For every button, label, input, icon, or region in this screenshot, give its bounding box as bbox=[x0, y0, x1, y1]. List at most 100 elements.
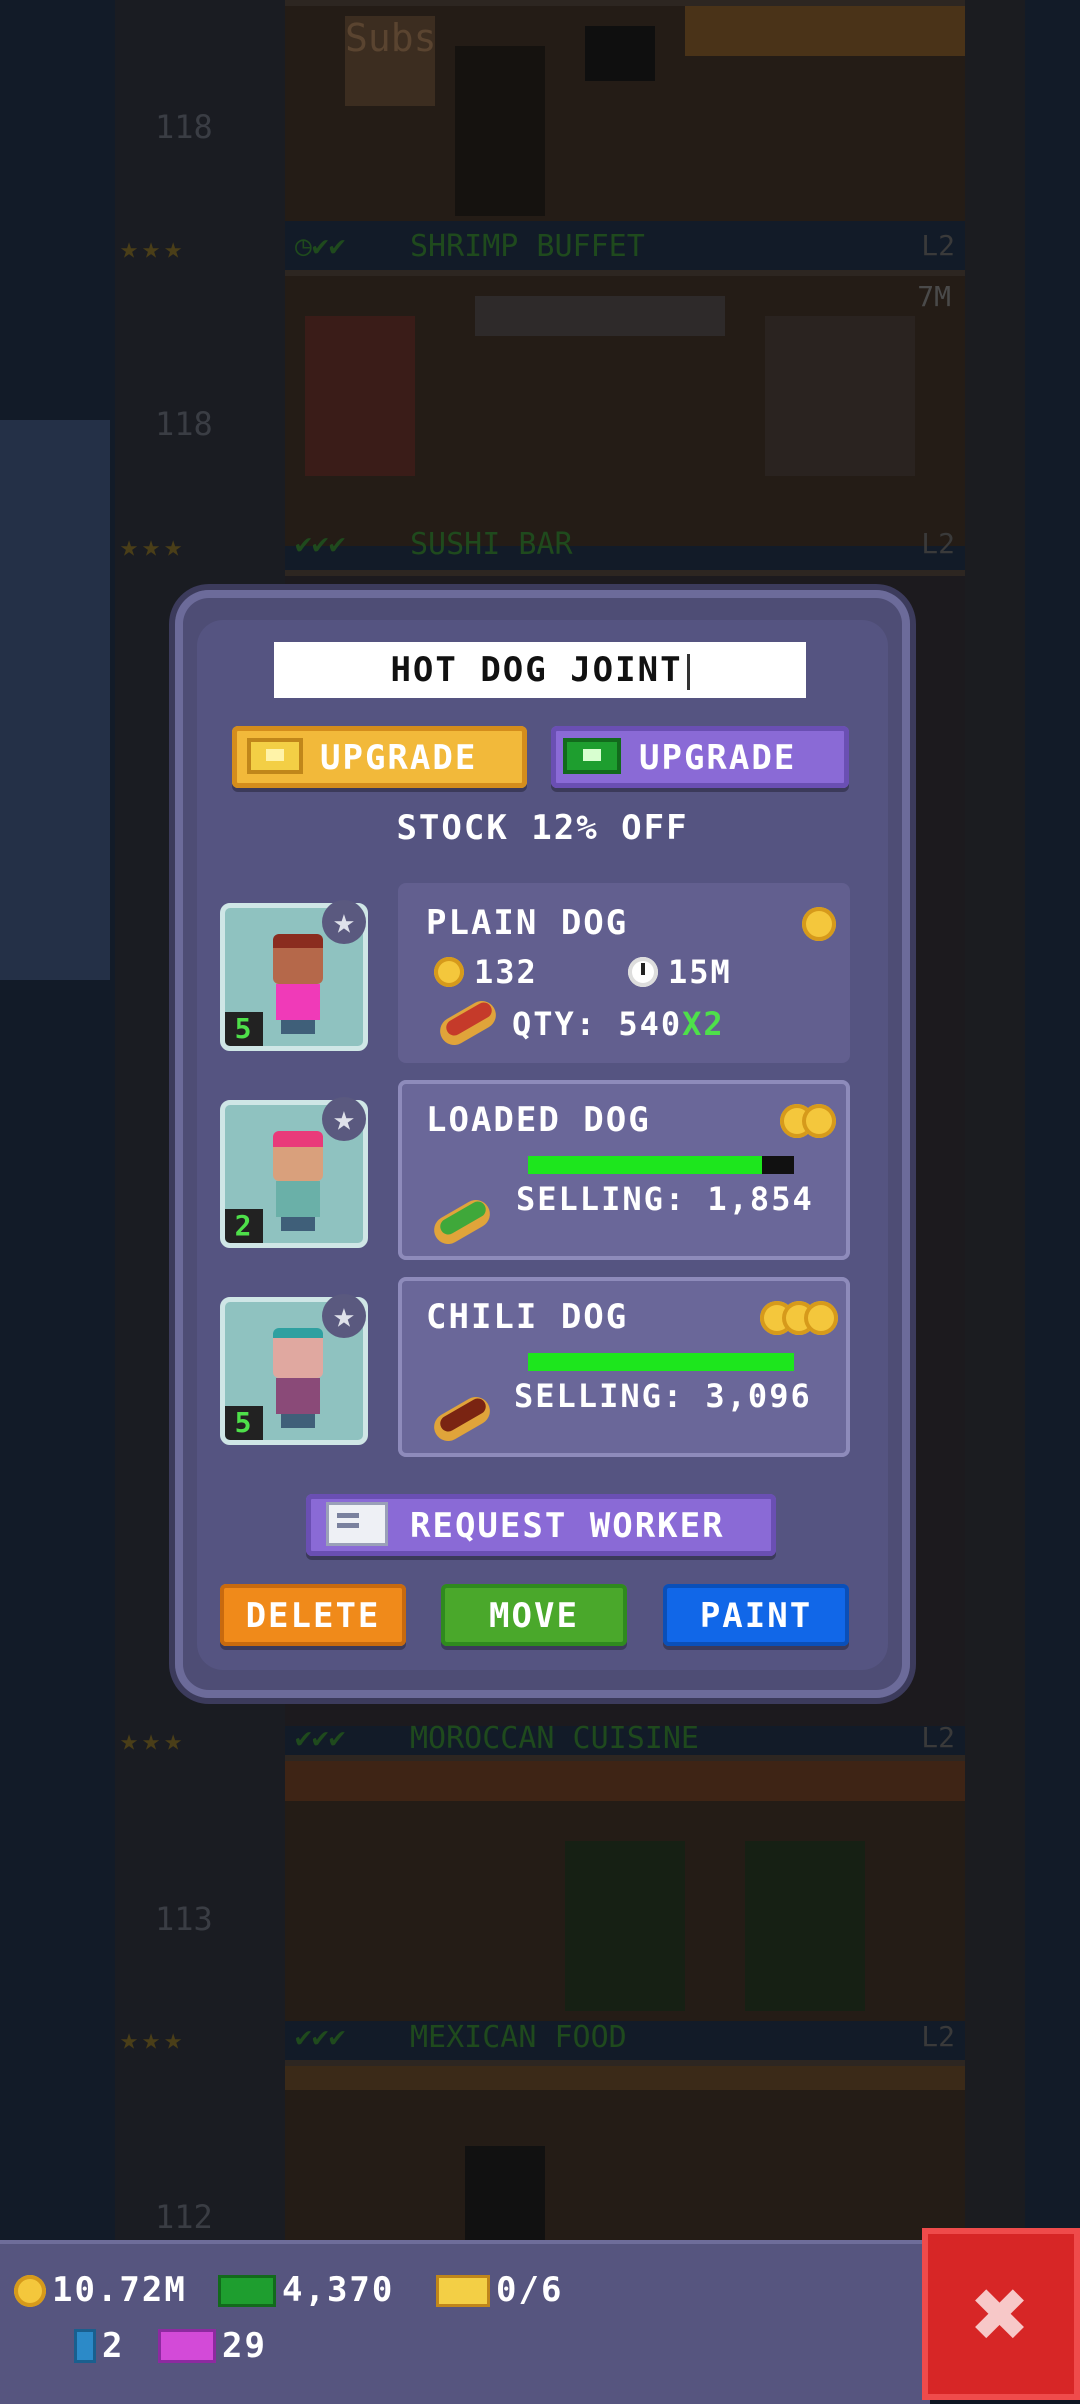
floor-label: ★★★ ✔✔✔ SUSHI BAR L2 bbox=[120, 523, 965, 564]
selling-progress-bar bbox=[528, 1353, 794, 1371]
door bbox=[455, 46, 545, 216]
star-icon[interactable]: ★ bbox=[322, 900, 366, 944]
mail-icon bbox=[326, 1502, 388, 1546]
worker-level: 5 bbox=[225, 1406, 263, 1440]
selling-count: SELLING: 3,096 bbox=[514, 1377, 812, 1415]
upgrade-bux-label: UPGRADE bbox=[639, 738, 797, 778]
paint-label: PAINT bbox=[699, 1596, 813, 1636]
worker-level: 5 bbox=[225, 1012, 263, 1046]
clock-icon bbox=[628, 957, 658, 987]
window bbox=[765, 316, 915, 476]
golden-tickets-counter: 0/6 bbox=[436, 2270, 563, 2310]
sign-text: Subs bbox=[345, 16, 437, 60]
worker-sprite bbox=[273, 1131, 323, 1231]
decor-shelf bbox=[305, 316, 415, 476]
golden-ticket-icon bbox=[436, 2275, 490, 2307]
product-name: CHILI DOG bbox=[426, 1297, 629, 1337]
worker-level: 2 bbox=[225, 1209, 263, 1243]
product-card-plain-dog[interactable]: PLAIN DOG 132 15M QTY: 540X2 bbox=[398, 883, 850, 1063]
delete-button[interactable]: DELETE bbox=[220, 1584, 406, 1646]
upgrade-gold-button[interactable]: UPGRADE bbox=[232, 726, 527, 788]
floor-level: L2 bbox=[921, 527, 955, 560]
books-counter: 2 bbox=[74, 2326, 124, 2366]
paint-button[interactable]: PAINT bbox=[663, 1584, 849, 1646]
store-name-text: HOT DOG JOINT bbox=[390, 650, 683, 690]
tower-bux-icon bbox=[218, 2275, 276, 2307]
floor-stars: ★★★ bbox=[120, 231, 187, 266]
floor-room[interactable]: 7M bbox=[285, 270, 965, 546]
awning-trim bbox=[285, 2066, 965, 2090]
move-button[interactable]: MOVE bbox=[441, 1584, 627, 1646]
hotdog-icon bbox=[429, 1391, 495, 1447]
product-qty: QTY: 540X2 bbox=[512, 1005, 725, 1043]
floor-stars: ★★★ bbox=[120, 2022, 187, 2057]
plant bbox=[745, 1841, 865, 2011]
product-tier bbox=[802, 907, 836, 941]
vip-ticket-icon bbox=[158, 2329, 216, 2363]
selling-count: SELLING: 1,854 bbox=[516, 1180, 814, 1218]
floor-number: 118 bbox=[155, 108, 213, 146]
delete-label: DELETE bbox=[245, 1596, 381, 1636]
floor-stars: ★★★ bbox=[120, 529, 187, 564]
menu-board bbox=[585, 26, 655, 81]
close-button[interactable]: ✖ bbox=[922, 2228, 1080, 2400]
move-label: MOVE bbox=[489, 1596, 579, 1636]
store-name-input[interactable]: HOT DOG JOINT bbox=[274, 642, 806, 698]
coin-icon bbox=[802, 907, 836, 941]
awning bbox=[685, 6, 965, 56]
plant bbox=[565, 1841, 685, 2011]
selling-progress-bar bbox=[528, 1156, 794, 1174]
floor-checks: ✔✔✔ bbox=[295, 2020, 346, 2053]
star-icon[interactable]: ★ bbox=[322, 1097, 366, 1141]
book-icon bbox=[74, 2329, 96, 2363]
floor-level: L2 bbox=[921, 229, 955, 262]
floor-number: 118 bbox=[155, 405, 213, 443]
floor-name: SHRIMP BUFFET bbox=[410, 229, 645, 264]
product-tier bbox=[760, 1301, 838, 1335]
cloud bbox=[0, 420, 110, 980]
product-cost: 132 bbox=[434, 953, 538, 991]
product-card-loaded-dog[interactable]: LOADED DOG SELLING: 1,854 bbox=[398, 1080, 850, 1260]
floor-level: L2 bbox=[921, 1721, 955, 1754]
floor-room[interactable]: Subs bbox=[285, 0, 965, 221]
floor-checks: ✔✔✔ bbox=[295, 527, 346, 560]
price-tag: 7M bbox=[917, 280, 951, 313]
request-worker-button[interactable]: REQUEST WORKER bbox=[306, 1494, 776, 1556]
curtain bbox=[285, 1761, 965, 1801]
tower-wall bbox=[965, 0, 1025, 2240]
floor-name: MOROCCAN CUISINE bbox=[410, 1721, 699, 1756]
star-icon[interactable]: ★ bbox=[322, 1294, 366, 1338]
product-name: PLAIN DOG bbox=[426, 903, 629, 943]
coin-icon bbox=[14, 2275, 46, 2307]
upgrade-gold-label: UPGRADE bbox=[320, 738, 478, 778]
floor-room[interactable] bbox=[285, 1755, 965, 2021]
upgrade-bux-button[interactable]: UPGRADE bbox=[551, 726, 849, 788]
sign-board: Subs bbox=[345, 16, 437, 106]
worker-sprite bbox=[273, 1328, 323, 1428]
stock-discount-text: STOCK 12% OFF bbox=[396, 808, 689, 848]
floor-name: SUSHI BAR bbox=[410, 527, 573, 562]
tower-bux-icon bbox=[563, 738, 621, 774]
floor-label: ★★★ ◷✔✔ SHRIMP BUFFET L2 bbox=[120, 225, 965, 266]
floor-room[interactable] bbox=[285, 2060, 965, 2246]
floor-name: MEXICAN FOOD bbox=[410, 2020, 627, 2055]
floor-label: ★★★ ✔✔✔ MEXICAN FOOD L2 bbox=[120, 2016, 965, 2057]
coin-icon bbox=[434, 957, 464, 987]
product-time: 15M bbox=[628, 953, 732, 991]
floor-number: 113 bbox=[155, 1900, 213, 1938]
floor-level: L2 bbox=[921, 2020, 955, 2053]
bux-counter: 4,370 bbox=[218, 2270, 394, 2310]
product-name: LOADED DOG bbox=[426, 1100, 651, 1140]
floor-label: ★★★ ✔✔✔ MOROCCAN CUISINE L2 bbox=[120, 1717, 965, 1758]
floor-number: 112 bbox=[155, 2198, 213, 2236]
product-card-chili-dog[interactable]: CHILI DOG SELLING: 3,096 bbox=[398, 1277, 850, 1457]
vip-counter: 29 bbox=[158, 2326, 267, 2366]
floor-checks: ✔✔✔ bbox=[295, 1721, 346, 1754]
product-tier bbox=[780, 1104, 836, 1138]
resource-bar[interactable]: 10.72M 4,370 0/6 2 29 bbox=[0, 2240, 930, 2404]
floor-stars: ★★★ bbox=[120, 1723, 187, 1758]
close-icon: ✖ bbox=[972, 2258, 1030, 2370]
hotdog-icon bbox=[429, 1194, 495, 1250]
floor-checks: ◷✔✔ bbox=[295, 229, 346, 262]
hotdog-icon bbox=[435, 995, 501, 1051]
